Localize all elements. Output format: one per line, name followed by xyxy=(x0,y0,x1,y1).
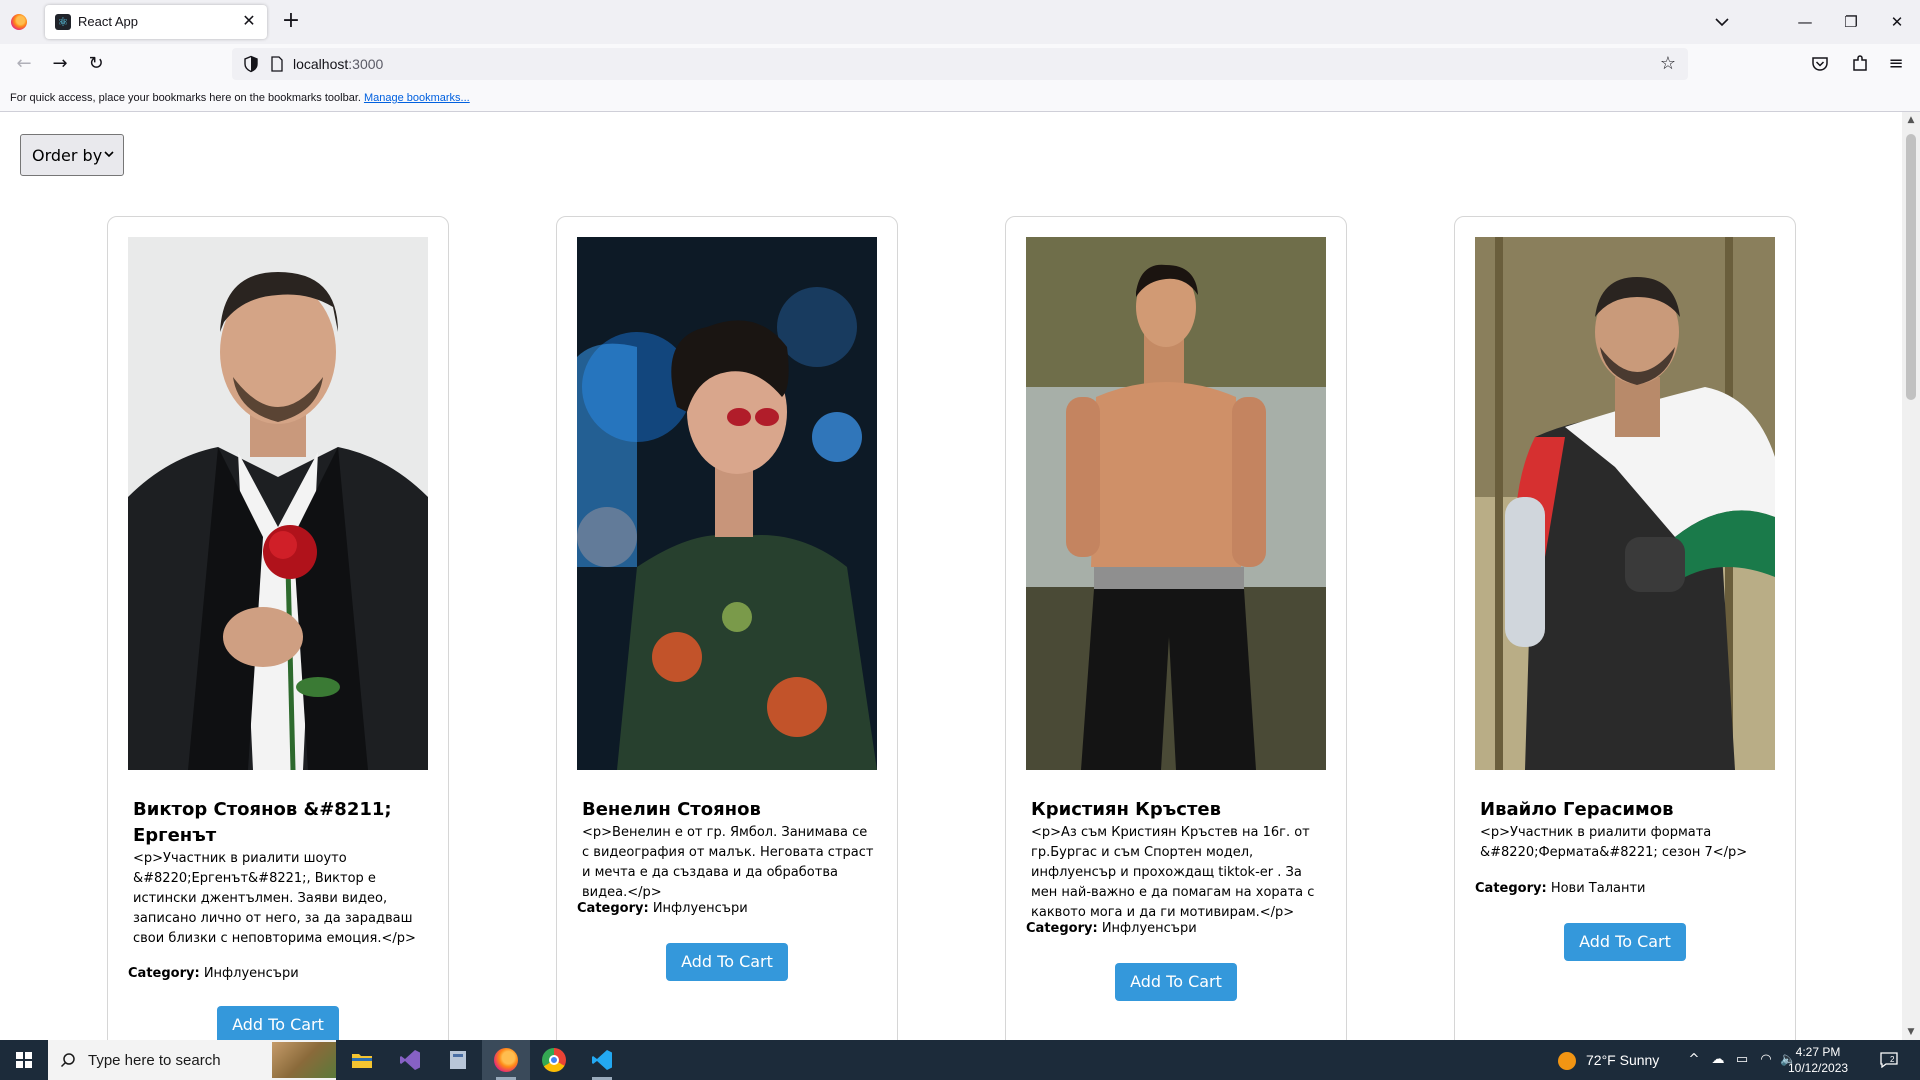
clock-date: 10/12/2023 xyxy=(1788,1061,1849,1075)
react-favicon-icon: ⚛ xyxy=(55,14,71,30)
taskbar-vscode[interactable] xyxy=(578,1040,626,1080)
product-card: Кристиян Кръстев <p>Аз съм Кристиян Кръс… xyxy=(1005,216,1347,1040)
scrollbar-thumb[interactable] xyxy=(1906,134,1916,400)
pocket-icon[interactable] xyxy=(1810,54,1830,74)
extensions-puzzle-icon[interactable] xyxy=(1850,54,1870,74)
chrome-icon xyxy=(542,1048,566,1072)
taskbar-search-box[interactable]: Type here to search xyxy=(48,1040,336,1080)
windows-taskbar: Type here to search 72°F Sunny ^ ☁ ▭ ◠ 🔈… xyxy=(0,1040,1920,1080)
product-description: <p>Аз съм Кристиян Кръстев на 16г. от гр… xyxy=(1031,825,1315,920)
tab-react-app[interactable]: ⚛ React App ✕ xyxy=(45,5,267,39)
new-tab-plus-icon[interactable]: + xyxy=(279,10,303,34)
restore-window-icon[interactable]: ❐ xyxy=(1828,0,1874,44)
product-photo xyxy=(1475,237,1775,770)
show-hidden-icons-chevron-icon[interactable]: ^ xyxy=(1686,1052,1702,1068)
page-info-icon[interactable] xyxy=(270,56,284,72)
manage-bookmarks-link[interactable]: Manage bookmarks... xyxy=(364,92,470,104)
order-by-select[interactable]: Order by xyxy=(20,134,124,176)
product-category: Category: Инфлуенсъри xyxy=(577,901,748,916)
url-text[interactable]: localhost:3000 xyxy=(293,56,383,72)
tracking-shield-icon[interactable] xyxy=(242,55,260,73)
chevron-down-icon xyxy=(104,151,114,158)
product-photo xyxy=(1026,237,1326,770)
product-name: Ивайло Герасимов xyxy=(1480,799,1674,820)
notification-center-icon[interactable]: 2 xyxy=(1880,1052,1898,1068)
product-description: <p>Венелин е от гр. Ямбол. Занимава се с… xyxy=(582,825,874,900)
sun-icon xyxy=(1558,1052,1576,1070)
reload-icon[interactable]: ↻ xyxy=(82,50,110,78)
address-bar[interactable]: localhost:3000 ☆ xyxy=(232,48,1688,80)
taskbar-visual-studio[interactable] xyxy=(386,1040,434,1080)
product-photo xyxy=(128,237,428,770)
taskbar-chrome[interactable] xyxy=(530,1040,578,1080)
windows-start-icon[interactable] xyxy=(0,1040,48,1080)
document-app-icon xyxy=(450,1051,466,1069)
scroll-down-arrow-icon[interactable]: ▼ xyxy=(1906,1027,1916,1037)
battery-icon[interactable]: ▭ xyxy=(1734,1052,1750,1068)
search-placeholder: Type here to search xyxy=(88,1052,221,1069)
taskbar-firefox[interactable] xyxy=(482,1040,530,1080)
search-highlight-image xyxy=(272,1042,336,1078)
tab-title: React App xyxy=(78,14,138,29)
product-name: Венелин Стоянов xyxy=(582,799,761,820)
onedrive-cloud-icon[interactable]: ☁ xyxy=(1710,1052,1726,1068)
bookmarks-hint: For quick access, place your bookmarks h… xyxy=(10,92,470,104)
add-to-cart-button[interactable]: Add To Cart xyxy=(217,1006,339,1040)
taskbar-file-explorer[interactable] xyxy=(338,1040,386,1080)
forward-arrow-icon[interactable]: → xyxy=(46,50,74,78)
add-to-cart-button[interactable]: Add To Cart xyxy=(1115,963,1237,1001)
firefox-logo-icon[interactable] xyxy=(11,14,27,30)
bookmark-star-icon[interactable]: ☆ xyxy=(1658,54,1678,74)
notification-count: 2 xyxy=(1890,1055,1895,1064)
taskbar-app-notepad[interactable] xyxy=(434,1040,482,1080)
hamburger-menu-icon[interactable]: ≡ xyxy=(1882,50,1910,78)
vscode-icon xyxy=(592,1050,612,1070)
list-all-tabs-chevron-icon[interactable] xyxy=(1710,10,1734,34)
product-card: Венелин Стоянов <p>Венелин е от гр. Ямбо… xyxy=(556,216,898,1040)
page-viewport: Order by Виктор Стоянов &#8211; Ергенът … xyxy=(0,112,1920,1040)
search-icon xyxy=(60,1053,75,1068)
page-scrollbar[interactable]: ▲ ▼ xyxy=(1902,112,1920,1040)
weather-text: 72°F Sunny xyxy=(1586,1052,1660,1068)
minimize-window-icon[interactable]: — xyxy=(1782,0,1828,44)
product-name: Кристиян Кръстев xyxy=(1031,799,1222,820)
product-description: <p>Участник в риалити шоуто &#8220;Ерген… xyxy=(133,851,416,946)
order-by-label: Order by xyxy=(32,146,103,165)
back-arrow-icon[interactable]: ← xyxy=(10,50,38,78)
wifi-icon[interactable]: ◠ xyxy=(1758,1052,1774,1068)
product-name: Виктор Стоянов &#8211; Ергенът xyxy=(133,799,392,846)
tab-strip: ⚛ React App ✕ + — ❐ ✕ xyxy=(0,0,1920,44)
product-description: <p>Участник в риалити формата &#8220;Фер… xyxy=(1480,825,1748,860)
navigation-toolbar: ← → ↻ localhost:3000 ☆ ≡ xyxy=(0,44,1920,84)
folder-icon xyxy=(352,1054,372,1068)
product-card: Виктор Стоянов &#8211; Ергенът <p>Участн… xyxy=(107,216,449,1040)
visual-studio-icon xyxy=(400,1050,420,1070)
scroll-up-arrow-icon[interactable]: ▲ xyxy=(1906,115,1916,125)
add-to-cart-button[interactable]: Add To Cart xyxy=(1564,923,1686,961)
firefox-icon xyxy=(494,1048,518,1072)
clock-time: 4:27 PM xyxy=(1795,1045,1841,1059)
product-category: Category: Инфлуенсъри xyxy=(1026,921,1197,936)
product-card: Ивайло Герасимов <p>Участник в риалити ф… xyxy=(1454,216,1796,1040)
system-clock[interactable]: 4:27 PM 10/12/2023 xyxy=(1788,1044,1848,1076)
close-window-icon[interactable]: ✕ xyxy=(1874,0,1920,44)
add-to-cart-button[interactable]: Add To Cart xyxy=(666,943,788,981)
close-tab-icon[interactable]: ✕ xyxy=(239,11,259,31)
bookmarks-toolbar: For quick access, place your bookmarks h… xyxy=(0,84,1920,112)
product-category: Category: Нови Таланти xyxy=(1475,881,1646,896)
product-category: Category: Инфлуенсъри xyxy=(128,966,299,981)
product-photo xyxy=(577,237,877,770)
